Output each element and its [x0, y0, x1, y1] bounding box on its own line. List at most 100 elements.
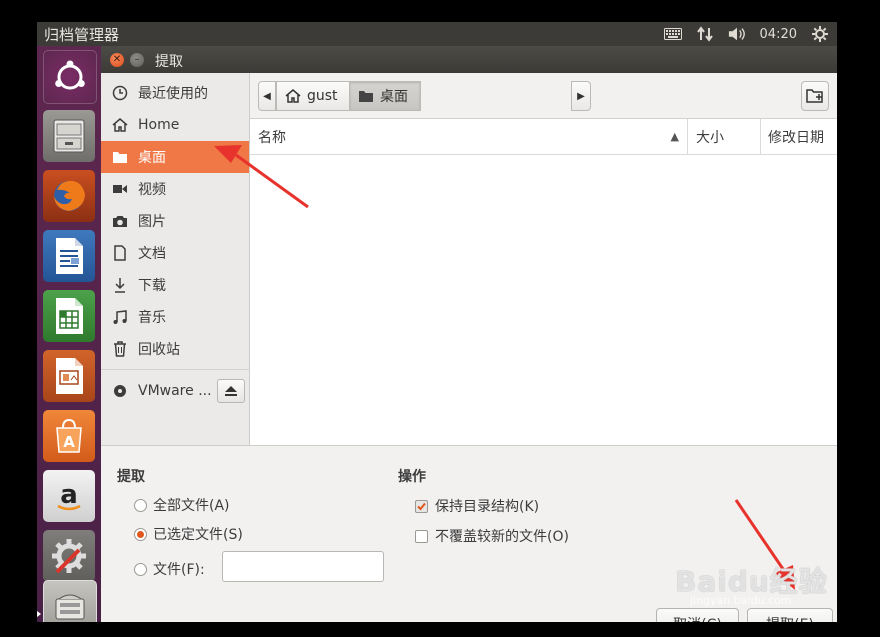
- places-sidebar: 最近使用的 Home 桌面 视频 图片 文档 下载 音乐 回收站 VMware …: [101, 73, 250, 445]
- minimize-button[interactable]: –: [130, 53, 144, 67]
- radio-all-files-label: 全部文件(A): [153, 498, 230, 514]
- document-icon: [110, 245, 130, 261]
- folder-icon: [359, 91, 373, 102]
- sidebar-item-label: 文档: [138, 246, 166, 262]
- file-cabinet-icon[interactable]: [43, 110, 95, 162]
- home-icon: [285, 89, 301, 103]
- system-tray: 04:20: [663, 22, 837, 46]
- sidebar-item-videos[interactable]: 视频: [101, 173, 249, 205]
- svg-text:A: A: [63, 433, 75, 451]
- launcher-active-indicator: [37, 602, 41, 617]
- radio-all-files-indicator[interactable]: [134, 498, 147, 512]
- sidebar-item-label: VMware ...: [138, 383, 212, 399]
- launcher: A a: [37, 46, 101, 622]
- column-header-name[interactable]: 名称 ▲: [250, 119, 687, 155]
- close-button[interactable]: ✕: [110, 53, 124, 67]
- system-settings-icon[interactable]: [43, 530, 95, 582]
- column-header-modified[interactable]: 修改日期: [760, 119, 837, 155]
- ubuntu-dash-icon[interactable]: [43, 50, 97, 104]
- radio-selected-files-indicator[interactable]: [134, 527, 147, 541]
- watermark-url: jingyan.baidu.com: [690, 594, 792, 607]
- breadcrumb-home-label: gust: [307, 88, 338, 104]
- sidebar-item-pictures[interactable]: 图片: [101, 205, 249, 237]
- column-header-size[interactable]: 大小: [687, 119, 760, 155]
- minimize-icon: –: [134, 54, 140, 65]
- breadcrumb-desktop[interactable]: 桌面: [349, 81, 421, 111]
- trash-icon: [110, 341, 130, 357]
- path-back-button[interactable]: ◀: [258, 81, 276, 111]
- sidebar-item-home[interactable]: Home: [101, 109, 249, 141]
- path-bar: ◀ gust 桌面 ▶: [250, 73, 837, 118]
- firefox-icon[interactable]: [43, 170, 95, 222]
- titlebar: ✕ – 提取: [101, 46, 837, 73]
- keyboard-icon[interactable]: [663, 25, 682, 43]
- clock-icon: [110, 85, 130, 101]
- network-icon[interactable]: [696, 25, 714, 43]
- actions-section-title: 操作: [398, 469, 426, 485]
- sidebar-item-label: 最近使用的: [138, 86, 208, 102]
- extract-button[interactable]: 提取(E): [747, 608, 833, 622]
- software-center-icon[interactable]: A: [43, 410, 95, 462]
- window-title: 提取: [155, 54, 183, 70]
- radio-files-pattern-indicator[interactable]: [134, 562, 147, 576]
- sidebar-item-music[interactable]: 音乐: [101, 301, 249, 333]
- amazon-icon[interactable]: a: [43, 470, 95, 522]
- checkbox-no-overwrite[interactable]: 不覆盖较新的文件(O): [415, 526, 569, 546]
- sidebar-item-label: 桌面: [138, 150, 166, 166]
- checkbox-keep-structure-label: 保持目录结构(K): [435, 499, 540, 515]
- radio-files-pattern[interactable]: 文件(F):: [134, 559, 205, 579]
- extract-section-title: 提取: [117, 469, 145, 485]
- column-name-label: 名称: [258, 129, 286, 146]
- sidebar-item-desktop[interactable]: 桌面: [101, 141, 249, 173]
- checkbox-no-overwrite-label: 不覆盖较新的文件(O): [435, 529, 569, 545]
- sidebar-divider: [101, 369, 249, 370]
- calc-icon[interactable]: [43, 290, 95, 342]
- sidebar-item-recent[interactable]: 最近使用的: [101, 77, 249, 109]
- clock[interactable]: 04:20: [760, 27, 797, 42]
- file-list[interactable]: 名称 ▲ 大小 修改日期: [250, 118, 837, 446]
- writer-icon[interactable]: [43, 230, 95, 282]
- sidebar-item-label: 音乐: [138, 310, 166, 326]
- impress-icon[interactable]: [43, 350, 95, 402]
- svg-text:a: a: [60, 480, 78, 510]
- sidebar-item-downloads[interactable]: 下载: [101, 269, 249, 301]
- cancel-button[interactable]: 取消(C): [656, 608, 739, 622]
- sidebar-item-vmware-disc[interactable]: VMware ...: [101, 375, 249, 407]
- checkbox-no-overwrite-indicator[interactable]: [415, 529, 428, 543]
- breadcrumb-desktop-label: 桌面: [380, 89, 408, 105]
- sidebar-item-label: 下载: [138, 278, 166, 294]
- chevron-right-icon: ▶: [577, 90, 585, 102]
- new-folder-icon: [806, 89, 823, 103]
- radio-all-files[interactable]: 全部文件(A): [134, 495, 230, 515]
- gear-icon[interactable]: [811, 25, 829, 43]
- app-menu-title[interactable]: 归档管理器: [44, 24, 119, 45]
- music-icon: [110, 309, 130, 325]
- column-size-label: 大小: [696, 129, 724, 146]
- folder-icon: [110, 150, 130, 164]
- breadcrumb-home[interactable]: gust: [276, 81, 350, 111]
- desktop-screen: 归档管理器 04:20 A a ✕ – 提取 最近使用的 Home 桌面 视频 …: [37, 22, 837, 622]
- sidebar-item-label: 回收站: [138, 342, 180, 358]
- volume-icon[interactable]: [728, 25, 746, 43]
- archive-manager-icon[interactable]: [43, 580, 97, 622]
- disc-icon: [110, 384, 130, 398]
- close-icon: ✕: [112, 54, 122, 65]
- download-icon: [110, 277, 130, 293]
- eject-button[interactable]: [217, 379, 245, 403]
- radio-selected-files-label: 已选定文件(S): [153, 527, 243, 543]
- checkmark-icon: [417, 502, 426, 510]
- files-pattern-input[interactable]: [222, 551, 384, 582]
- extract-dialog: ✕ – 提取 最近使用的 Home 桌面 视频 图片 文档 下载 音乐 回收站 …: [101, 46, 837, 622]
- sidebar-item-trash[interactable]: 回收站: [101, 333, 249, 365]
- radio-files-pattern-label: 文件(F):: [153, 562, 205, 578]
- sidebar-item-label: Home: [138, 117, 180, 133]
- new-folder-button[interactable]: [801, 81, 829, 111]
- checkbox-keep-structure-indicator[interactable]: [415, 499, 428, 513]
- path-forward-button[interactable]: ▶: [571, 81, 591, 111]
- checkbox-keep-structure[interactable]: 保持目录结构(K): [415, 496, 539, 516]
- video-icon: [110, 183, 130, 195]
- radio-selected-files[interactable]: 已选定文件(S): [134, 524, 243, 544]
- sidebar-item-documents[interactable]: 文档: [101, 237, 249, 269]
- sidebar-item-label: 视频: [138, 182, 166, 198]
- camera-icon: [110, 214, 130, 228]
